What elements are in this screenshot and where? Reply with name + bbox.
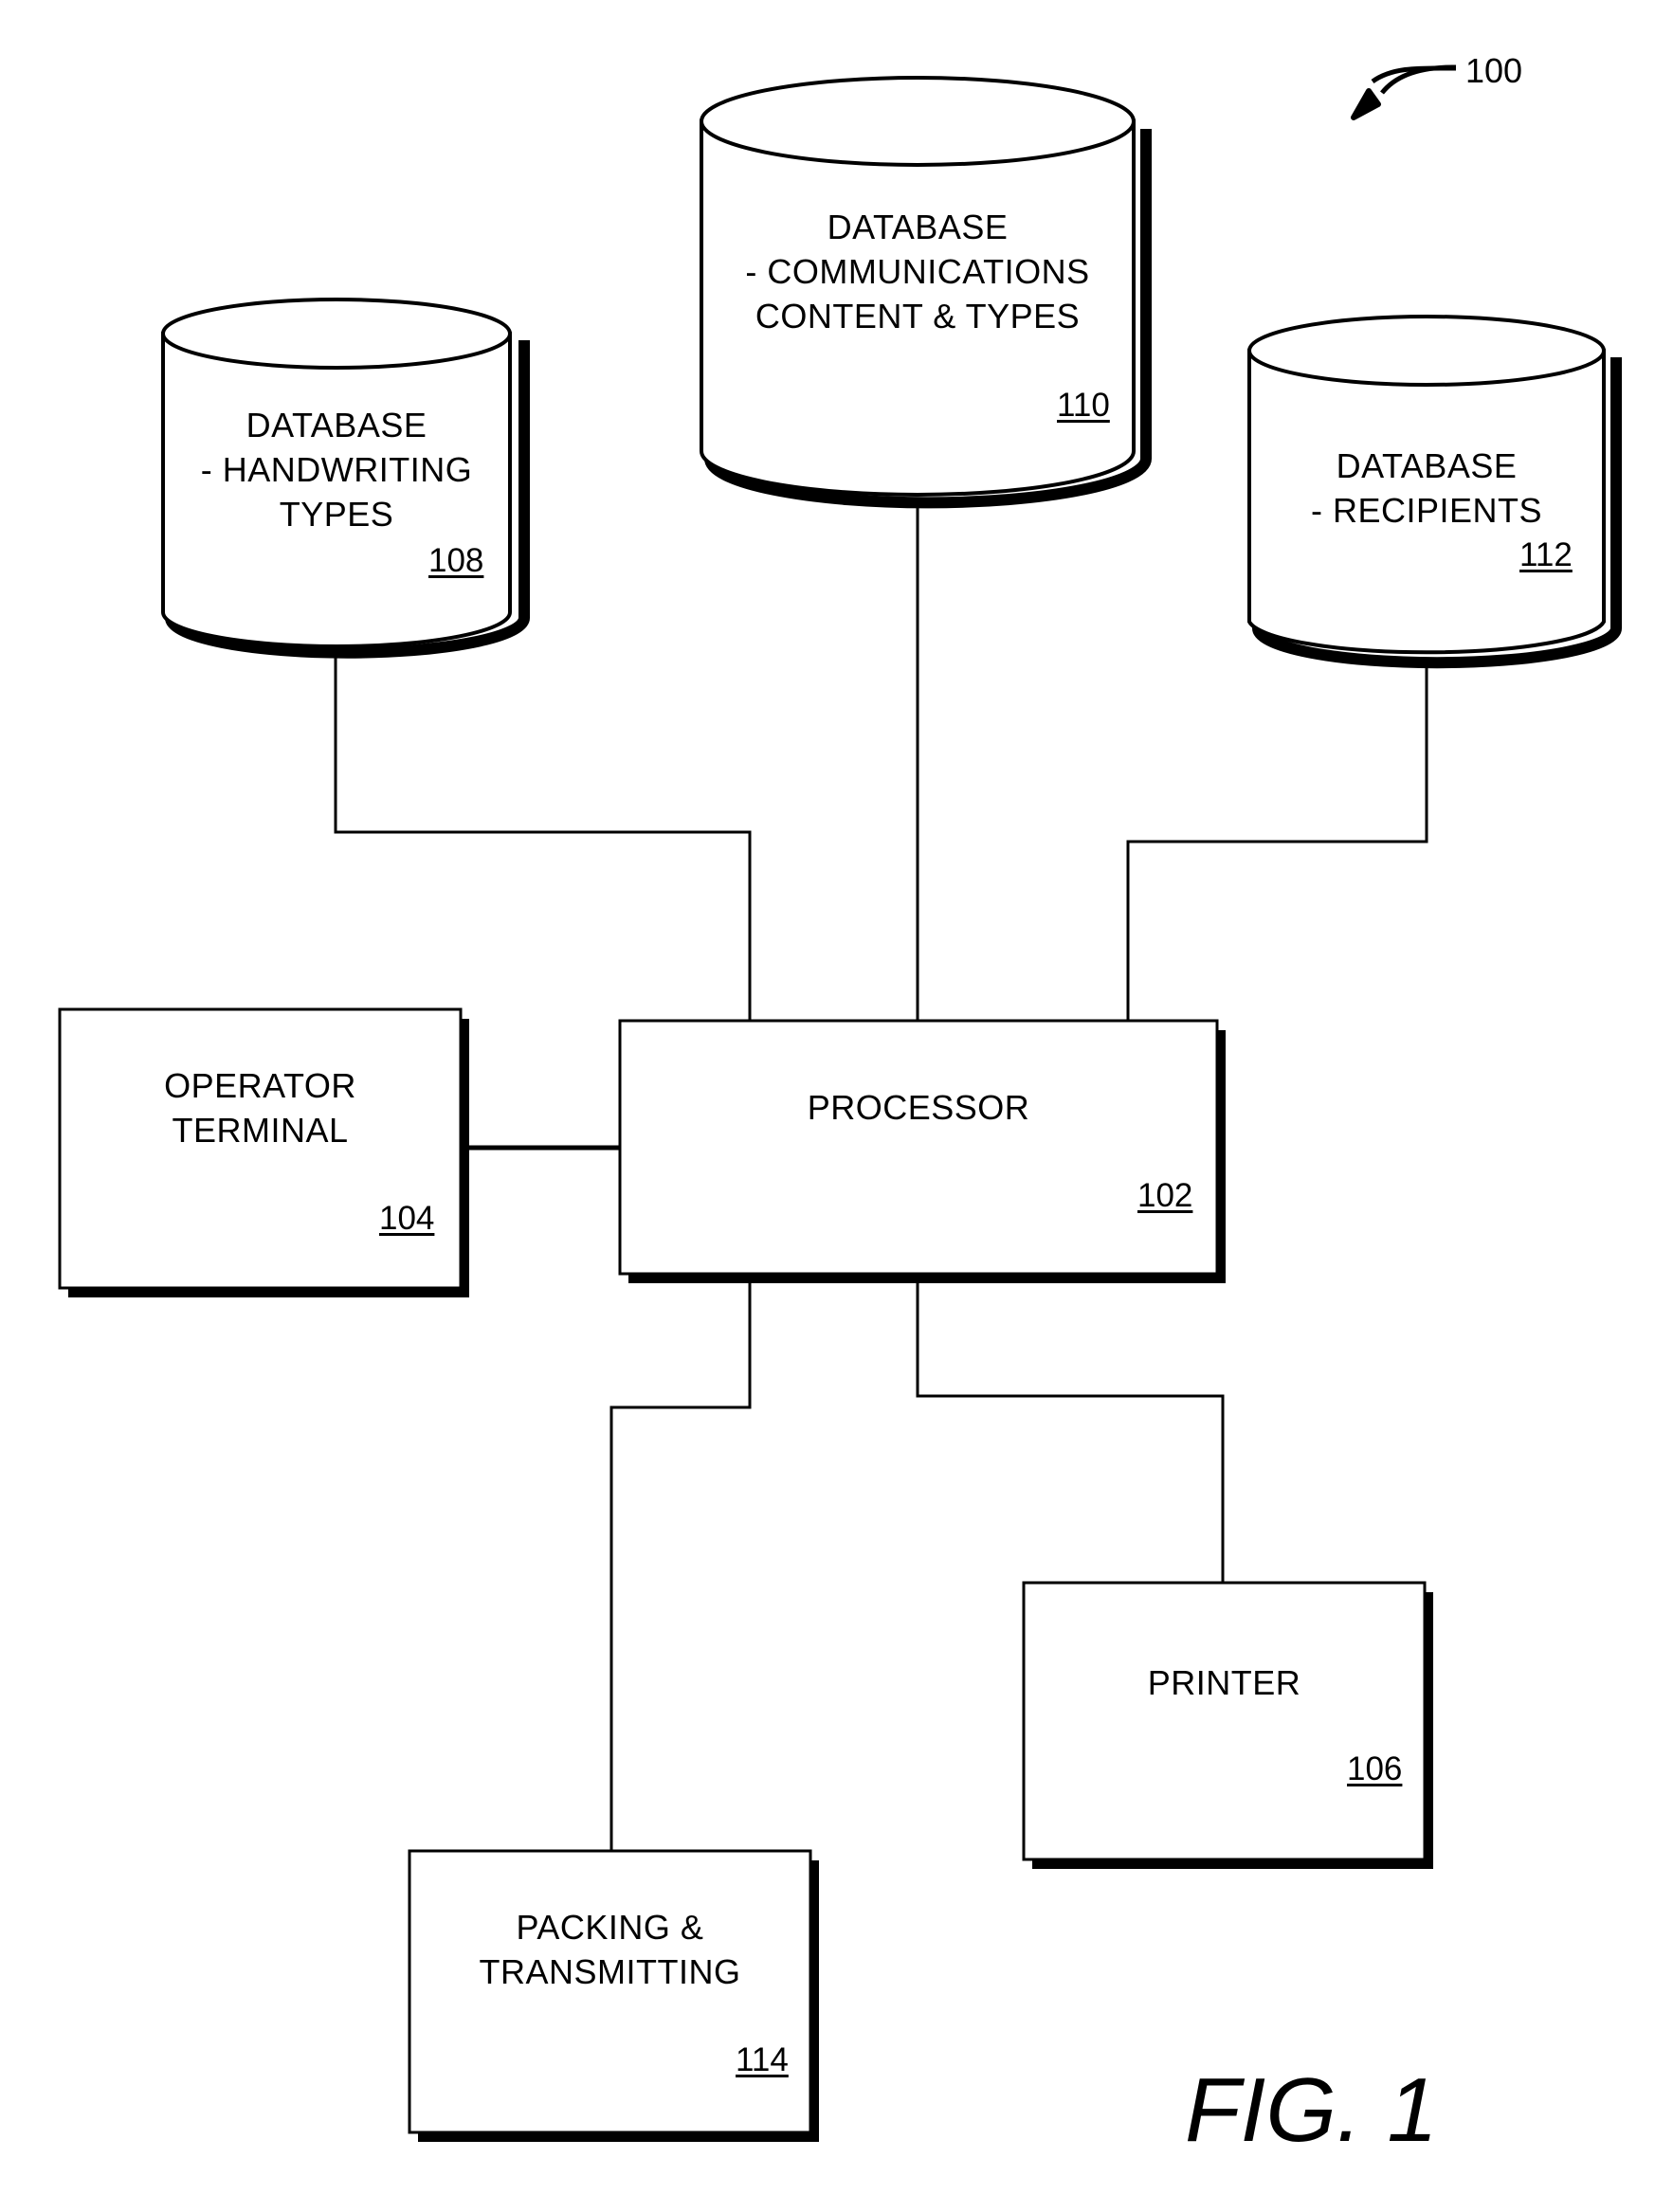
- label-line: PACKING &: [516, 1908, 704, 1947]
- label-line: - HANDWRITING: [200, 450, 473, 489]
- label-line: TERMINAL: [172, 1111, 349, 1150]
- printer-box: [1022, 1581, 1433, 1869]
- label-line: - COMMUNICATIONS: [745, 252, 1090, 291]
- db-communications-label: DATABASE - COMMUNICATIONS CONTENT & TYPE…: [701, 205, 1134, 338]
- edge-processor-packing: [609, 1279, 752, 1851]
- db-recipients-ref: 112: [1519, 536, 1573, 573]
- operator-terminal-ref: 104: [379, 1200, 435, 1237]
- operator-terminal-box: [58, 1007, 469, 1297]
- db-communications-ref: 110: [1057, 387, 1110, 424]
- label-line: DATABASE: [1336, 446, 1518, 485]
- db-handwriting-ref: 108: [428, 542, 484, 579]
- system-reference-number: 100: [1465, 51, 1523, 90]
- label-line: CONTENT & TYPES: [755, 297, 1081, 335]
- label-line: PRINTER: [1147, 1663, 1301, 1702]
- packing-label: PACKING & TRANSMITTING: [409, 1905, 810, 1994]
- label-line: PROCESSOR: [807, 1088, 1030, 1127]
- label-line: DATABASE: [246, 406, 427, 444]
- operator-terminal-label: OPERATOR TERMINAL: [60, 1063, 461, 1152]
- label-line: TYPES: [279, 495, 394, 534]
- processor-label: PROCESSOR: [620, 1085, 1217, 1130]
- reference-arrow-icon: [1351, 64, 1457, 120]
- processor-ref: 102: [1137, 1177, 1193, 1214]
- packing-ref: 114: [736, 2041, 789, 2078]
- label-line: - RECIPIENTS: [1310, 491, 1543, 530]
- printer-ref: 106: [1347, 1750, 1403, 1787]
- packing-box: [408, 1849, 819, 2142]
- edge-db-recipients-processor: [1126, 663, 1428, 1021]
- label-line: DATABASE: [827, 208, 1009, 246]
- edge-db-handwriting-processor: [334, 648, 752, 1021]
- label-line: OPERATOR: [164, 1066, 356, 1105]
- db-handwriting-label: DATABASE - HANDWRITING TYPES: [163, 403, 510, 536]
- printer-label: PRINTER: [1024, 1660, 1425, 1705]
- edge-processor-printer: [916, 1279, 1225, 1583]
- label-line: TRANSMITTING: [479, 1952, 741, 1991]
- figure-label: FIG. 1: [1185, 2059, 1438, 2161]
- db-recipients-label: DATABASE - RECIPIENTS: [1249, 444, 1604, 533]
- processor-box: [618, 1019, 1226, 1283]
